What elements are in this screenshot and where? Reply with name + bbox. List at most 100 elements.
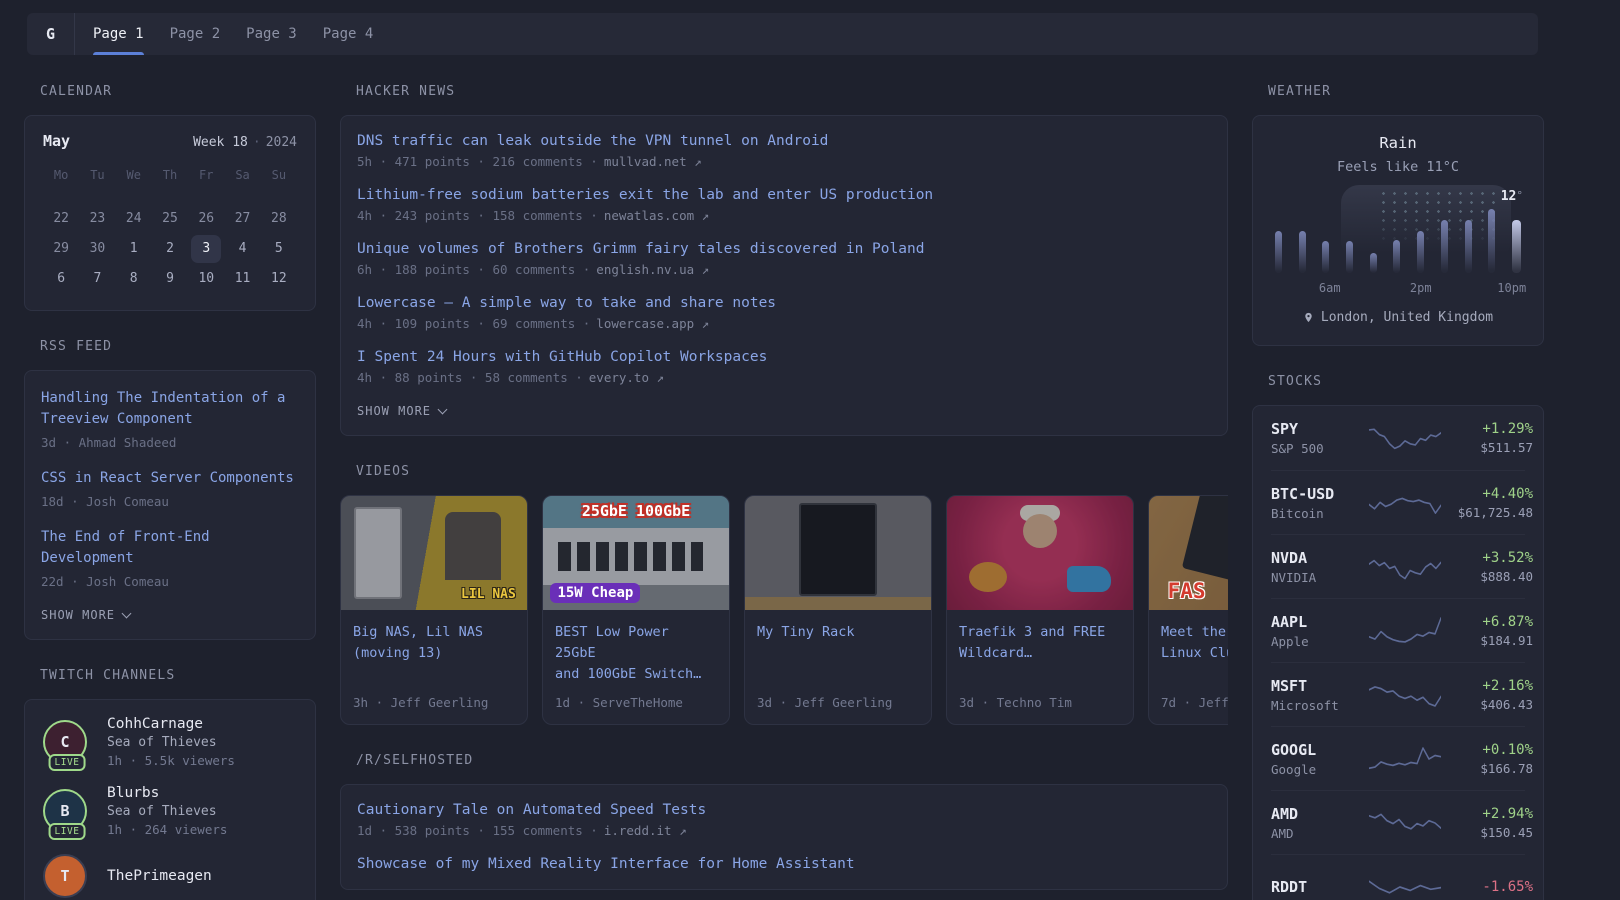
stock-price: $888.40: [1441, 569, 1533, 584]
stock-symbol: SPY: [1271, 420, 1369, 438]
stock-sparkline: [1369, 742, 1441, 776]
video-meta: 3d · Jeff Geerling: [757, 685, 919, 710]
channel-game: Sea of Thieves: [107, 804, 227, 819]
thumbnail-overlay-text: LIL NAS: [461, 587, 516, 602]
hn-item-domain[interactable]: lowercase.app ↗: [596, 316, 709, 331]
rss-item: CSS in React Server Components 18d · Jos…: [41, 468, 299, 509]
weather-tick-label: 2pm: [1410, 281, 1432, 295]
calendar-day: 30: [82, 235, 112, 263]
calendar-day: 8: [119, 265, 149, 293]
stock-id: GOOGL Google: [1271, 741, 1369, 777]
hn-item-domain[interactable]: newatlas.com ↗: [604, 208, 709, 223]
rss-item-title[interactable]: CSS in React Server Components: [41, 468, 299, 489]
twitch-channel-row[interactable]: C LIVE CohhCarnage Sea of Thieves 1h · 5…: [43, 716, 297, 768]
video-thumbnail[interactable]: FAS: [1149, 496, 1228, 610]
stock-id: RDDT: [1271, 878, 1369, 896]
video-thumbnail[interactable]: [947, 496, 1133, 610]
stock-row[interactable]: RDDT -1.65%: [1271, 854, 1525, 900]
weather-location-text: London, United Kingdom: [1321, 310, 1493, 325]
selfhosted-section-title: /R/SELFHOSTED: [356, 753, 1228, 768]
stock-values: +1.29% $511.57: [1441, 421, 1533, 455]
weather-chart: 12° 6am 2pm 10pm: [1273, 189, 1523, 295]
reddit-item-stats: 1d · 538 points · 155 comments ·: [357, 823, 598, 838]
stock-row[interactable]: AMD AMD +2.94% $150.45: [1271, 790, 1525, 854]
reddit-item-title[interactable]: Showcase of my Mixed Reality Interface f…: [357, 856, 1211, 872]
twitch-channel-row[interactable]: B LIVE Blurbs Sea of Thieves 1h · 264 vi…: [43, 785, 297, 837]
calendar-day: 26: [191, 205, 221, 233]
twitch-channel-row[interactable]: T ThePrimeagen: [43, 854, 297, 898]
nav-tab-page-1[interactable]: Page 1: [80, 13, 157, 55]
channel-info: ThePrimeagen: [107, 868, 212, 884]
chevron-down-icon: [438, 404, 448, 414]
app-logo[interactable]: G: [27, 13, 75, 55]
hn-item-meta: 6h · 188 points · 60 comments · english.n…: [357, 262, 1211, 277]
stock-sparkline: [1369, 870, 1441, 900]
stock-row[interactable]: NVDA NVIDIA +3.52% $888.40: [1271, 534, 1525, 598]
reddit-item-title[interactable]: Cautionary Tale on Automated Speed Tests: [357, 802, 1211, 818]
video-card-body: Big NAS, Lil NAS (moving 13) 3h · Jeff G…: [341, 610, 527, 724]
video-card[interactable]: 25GbE 100GbE 15W Cheap BEST Low Power 25…: [542, 495, 730, 725]
calendar-day: 7: [82, 265, 112, 293]
hn-item-domain[interactable]: mullvad.net ↗: [604, 154, 702, 169]
stock-row[interactable]: MSFT Microsoft +2.16% $406.43: [1271, 662, 1525, 726]
channel-name: ThePrimeagen: [107, 868, 212, 884]
weather-bar: [1441, 220, 1448, 273]
hn-show-more-button[interactable]: SHOW MORE: [357, 404, 1211, 418]
hn-item-domain[interactable]: every.to ↗: [589, 370, 664, 385]
rss-item-title[interactable]: Handling The Indentation of a Treeview C…: [41, 388, 299, 430]
video-title[interactable]: My Tiny Rack: [757, 622, 919, 664]
rss-item-title[interactable]: The End of Front-End Development: [41, 527, 299, 569]
rss-item-meta: 18d · Josh Comeau: [41, 494, 299, 509]
stock-id: BTC-USD Bitcoin: [1271, 485, 1369, 521]
calendar-day: 29: [46, 235, 76, 263]
hn-item: Lithium-free sodium batteries exit the l…: [357, 187, 1211, 223]
weekday-label: We: [116, 162, 152, 192]
video-thumbnail[interactable]: 25GbE 100GbE 15W Cheap: [543, 496, 729, 610]
channel-avatar: T: [43, 854, 91, 898]
nav-tab-page-3[interactable]: Page 3: [233, 13, 310, 55]
stock-row[interactable]: GOOGL Google +0.10% $166.78: [1271, 726, 1525, 790]
stock-row[interactable]: BTC-USD Bitcoin +4.40% $61,725.48: [1271, 470, 1525, 534]
video-card[interactable]: LIL NAS Big NAS, Lil NAS (moving 13) 3h …: [340, 495, 528, 725]
hn-item-stats: 6h · 188 points · 60 comments ·: [357, 262, 590, 277]
video-title[interactable]: Traefik 3 and FREE Wildcard…: [959, 622, 1121, 664]
video-title[interactable]: Big NAS, Lil NAS (moving 13): [353, 622, 515, 664]
rss-show-more-button[interactable]: SHOW MORE: [41, 608, 299, 622]
hn-item-title[interactable]: Lowercase – A simple way to take and sha…: [357, 295, 1211, 311]
channel-avatar: C LIVE: [43, 720, 91, 764]
nav-tab-page-4[interactable]: Page 4: [310, 13, 387, 55]
calendar-day: 24: [119, 205, 149, 233]
stock-id: AMD AMD: [1271, 805, 1369, 841]
stock-change: +2.94%: [1441, 806, 1533, 822]
stock-symbol: GOOGL: [1271, 741, 1369, 759]
weather-feels-like: Feels like 11°C: [1273, 159, 1523, 175]
video-title[interactable]: Meet the Linux Clu: [1161, 622, 1228, 664]
nav-tab-page-2[interactable]: Page 2: [157, 13, 234, 55]
stocks-section-title: STOCKS: [1268, 374, 1544, 389]
dashboard-grid: CALENDAR May Week 18·2024 Mo Tu We Th Fr…: [0, 55, 1620, 900]
stock-change: +1.29%: [1441, 421, 1533, 437]
channel-viewers: 1h · 264 viewers: [107, 822, 227, 837]
reddit-item-domain[interactable]: i.redd.it ↗: [604, 823, 687, 838]
video-card[interactable]: My Tiny Rack 3d · Jeff Geerling: [744, 495, 932, 725]
stock-sparkline: [1369, 421, 1441, 455]
hn-item-domain[interactable]: english.nv.ua ↗: [596, 262, 709, 277]
hn-item-title[interactable]: Lithium-free sodium batteries exit the l…: [357, 187, 1211, 203]
channel-info: CohhCarnage Sea of Thieves 1h · 5.5k vie…: [107, 716, 235, 768]
weather-bar: [1417, 231, 1424, 273]
hacker-news-widget: DNS traffic can leak outside the VPN tun…: [340, 115, 1228, 436]
rss-widget: Handling The Indentation of a Treeview C…: [24, 370, 316, 640]
hn-item-title[interactable]: I Spent 24 Hours with GitHub Copilot Wor…: [357, 349, 1211, 365]
stock-row[interactable]: AAPL Apple +6.87% $184.91: [1271, 598, 1525, 662]
stock-row[interactable]: SPY S&P 500 +1.29% $511.57: [1271, 406, 1525, 470]
video-title[interactable]: BEST Low Power 25GbE and 100GbE Switch…: [555, 622, 717, 685]
reddit-item: Showcase of my Mixed Reality Interface f…: [357, 856, 1211, 872]
weather-widget: Rain Feels like 11°C 12° 6am 2pm 10pm Lo…: [1252, 115, 1544, 346]
video-thumbnail[interactable]: LIL NAS: [341, 496, 527, 610]
video-thumbnail[interactable]: [745, 496, 931, 610]
hn-item-title[interactable]: Unique volumes of Brothers Grimm fairy t…: [357, 241, 1211, 257]
video-card[interactable]: FAS Meet the Linux Clu 7d · Jeff Geerlin…: [1148, 495, 1228, 725]
hn-item-title[interactable]: DNS traffic can leak outside the VPN tun…: [357, 133, 1211, 149]
video-card[interactable]: Traefik 3 and FREE Wildcard… 3d · Techno…: [946, 495, 1134, 725]
calendar-days: 222324252627282930123456789101112: [43, 204, 297, 294]
